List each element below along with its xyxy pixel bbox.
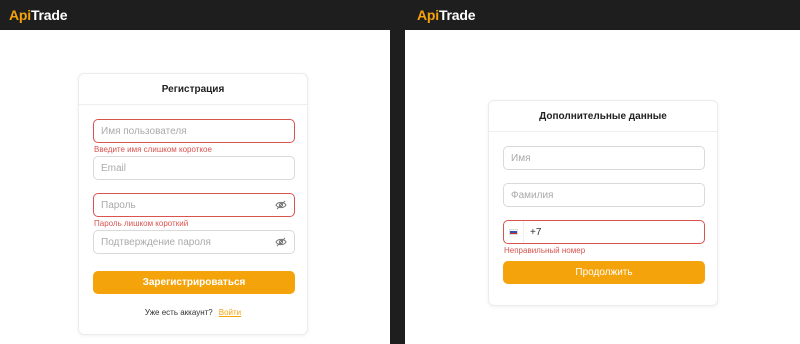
top-bar: ApiTrade [0, 0, 390, 30]
additional-data-card: Дополнительные данные Неправильный номер [488, 100, 718, 306]
phone-input[interactable] [530, 221, 704, 243]
registration-window: ApiTrade Регистрация Введите имя слишком… [0, 0, 390, 344]
registration-card: Регистрация Введите имя слишком короткое… [78, 73, 308, 335]
brand-logo[interactable]: ApiTrade [9, 7, 68, 23]
register-button[interactable]: Зарегистрироваться [93, 271, 295, 294]
page-content: Регистрация Введите имя слишком короткое… [0, 30, 390, 344]
top-bar: ApiTrade [405, 0, 800, 30]
brand-logo-part2: Trade [438, 7, 476, 23]
phone-error: Неправильный номер [504, 246, 586, 255]
card-title: Дополнительные данные [489, 101, 717, 132]
password-field[interactable] [93, 193, 295, 217]
username-error: Введите имя слишком короткое [94, 145, 212, 154]
eye-off-icon[interactable] [275, 200, 287, 210]
last-name-input[interactable] [511, 184, 704, 206]
russia-flag-icon [509, 229, 518, 235]
confirm-password-input[interactable] [101, 231, 294, 253]
card-title: Регистрация [79, 74, 307, 105]
have-account-text: Уже есть аккаунт? [144, 308, 213, 317]
page-content: Дополнительные данные Неправильный номер [405, 30, 800, 344]
email-input[interactable] [101, 157, 294, 179]
continue-button[interactable]: Продолжить [503, 261, 705, 284]
brand-logo-part1: Api [9, 7, 31, 23]
password-input[interactable] [101, 194, 294, 216]
login-prompt: Уже есть аккаунт? Войти [79, 308, 307, 317]
email-field[interactable] [93, 156, 295, 180]
brand-logo-part1: Api [417, 7, 439, 23]
phone-field[interactable] [503, 220, 705, 244]
login-link[interactable]: Войти [219, 308, 241, 317]
confirm-password-field[interactable] [93, 230, 295, 254]
username-input[interactable] [101, 120, 294, 142]
password-error: Пароль лишком короткий [94, 219, 189, 228]
last-name-field[interactable] [503, 183, 705, 207]
first-name-field[interactable] [503, 146, 705, 170]
brand-logo[interactable]: ApiTrade [417, 7, 476, 23]
first-name-input[interactable] [511, 147, 704, 169]
eye-off-icon[interactable] [275, 237, 287, 247]
username-field[interactable] [93, 119, 295, 143]
country-selector[interactable] [504, 221, 524, 243]
additional-data-window: ApiTrade Дополнительные данные Имя Фамил… [405, 0, 800, 344]
brand-logo-part2: Trade [30, 7, 68, 23]
